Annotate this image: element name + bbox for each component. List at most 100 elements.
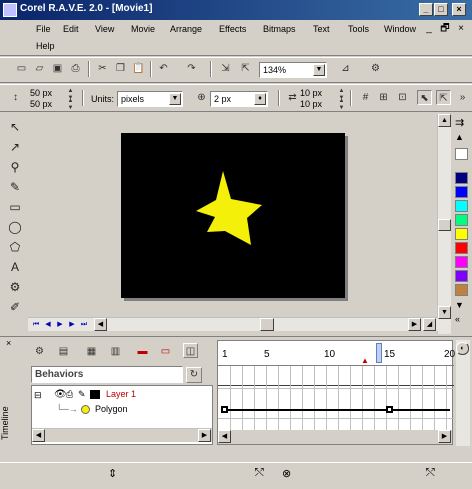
dup-y-spinner[interactable]: ▲ ▼	[337, 98, 346, 112]
frames-grid[interactable]: 1 5 10 15 20 ▲ ◀ ▶	[217, 340, 455, 445]
movie-stage[interactable]	[121, 133, 345, 298]
docker-tab-icon[interactable]: ⇉	[455, 116, 464, 129]
menu-view[interactable]: View	[95, 24, 114, 34]
doc-restore-button[interactable]: 🗗	[439, 23, 451, 35]
menu-arrange[interactable]: Arrange	[170, 24, 202, 34]
height-spinner[interactable]: ▲ ▼	[66, 98, 75, 112]
maximize-button[interactable]: □	[434, 3, 448, 16]
last-page-icon[interactable]: ⏭	[79, 320, 89, 330]
scroll-right-icon[interactable]: ▶	[408, 318, 421, 331]
menu-effects[interactable]: Effects	[219, 24, 246, 34]
import-icon[interactable]: ⇲	[218, 61, 233, 76]
timeline-vscroll[interactable]: ◐	[456, 340, 470, 446]
zoom-tool-icon[interactable]: ⚲	[6, 158, 24, 176]
scroll-right-icon[interactable]: ▶	[198, 429, 211, 442]
doc-close-button[interactable]: ×	[455, 23, 467, 35]
more-icon[interactable]: »	[455, 90, 470, 105]
menu-window[interactable]: Window	[384, 24, 416, 34]
horizontal-scroll-thumb[interactable]	[260, 318, 274, 331]
behaviors-icon[interactable]: ↻	[186, 367, 202, 383]
guidelines-icon[interactable]: ⊞	[376, 90, 391, 105]
interactive-tool-icon[interactable]: ⚙	[6, 278, 24, 296]
keyframe-icon[interactable]: ▬	[135, 344, 150, 359]
color-swatch[interactable]	[455, 214, 468, 226]
palette-arrow-icon[interactable]: ▲	[455, 132, 464, 142]
color-swatch[interactable]	[455, 270, 468, 282]
horizontal-scrollbar[interactable]: ⏮ ◀ ▶ ▶ ⏭ ◀ ▶ ◢	[28, 317, 438, 331]
selection-preview-icon[interactable]: ⇱	[436, 90, 451, 105]
color-swatch[interactable]	[455, 242, 468, 254]
remove-keyframe-icon[interactable]: ▭	[158, 344, 173, 359]
vertical-scrollbar[interactable]: ▲ ▼	[437, 114, 451, 334]
print-icon[interactable]: ⎙	[68, 61, 83, 76]
scroll-up-icon[interactable]: ▲	[438, 114, 451, 127]
star-shape[interactable]	[121, 133, 345, 298]
snap-icon[interactable]: ⊡	[395, 90, 410, 105]
color-swatch[interactable]	[455, 256, 468, 268]
visibility-icon[interactable]: 👁	[54, 389, 67, 400]
menu-edit[interactable]: Edit	[63, 24, 79, 34]
cut-icon[interactable]: ✂	[95, 61, 110, 76]
timeline-options-icon[interactable]: ◐	[456, 342, 469, 355]
nudge-input[interactable]: 2 px ♦	[210, 91, 268, 107]
freehand-tool-icon[interactable]: ✎	[6, 178, 24, 196]
menu-movie[interactable]: Movie	[131, 24, 155, 34]
tween-icon[interactable]: ◫	[183, 343, 198, 358]
lock-icon[interactable]: ⎙	[66, 389, 73, 400]
layer-name[interactable]: Layer 1	[106, 389, 136, 399]
object-name[interactable]: Polygon	[95, 404, 128, 414]
application-launcher-icon[interactable]: ⊿	[338, 61, 353, 76]
next-page-icon[interactable]: ▶	[67, 320, 77, 330]
prev-page-icon[interactable]: ◀	[43, 320, 53, 330]
scroll-left-icon[interactable]: ◀	[218, 430, 231, 443]
export-icon[interactable]: ⇱	[238, 61, 253, 76]
ellipse-tool-icon[interactable]: ◯	[6, 218, 24, 236]
edit-icon[interactable]: ✎	[78, 389, 86, 400]
height-value[interactable]: 50 px	[30, 99, 52, 109]
pick-tool-icon[interactable]: ↖	[6, 118, 24, 136]
first-page-icon[interactable]: ⏮	[31, 320, 41, 330]
open-icon[interactable]: ▱	[32, 61, 47, 76]
insert-frame-icon[interactable]: ▦	[84, 344, 99, 359]
keyframe-start[interactable]	[221, 406, 228, 413]
preview-icon[interactable]: ⬉	[417, 90, 432, 105]
rectangle-tool-icon[interactable]: ▭	[6, 198, 24, 216]
object-tween-bar[interactable]	[224, 409, 450, 411]
width-value[interactable]: 50 px	[30, 88, 52, 98]
menu-help[interactable]: Help	[36, 41, 55, 51]
dup-y-value[interactable]: 10 px	[300, 99, 322, 109]
paste-icon[interactable]: 📋	[131, 61, 146, 76]
color-swatch[interactable]	[455, 172, 468, 184]
scroll-left-icon[interactable]: ◀	[32, 429, 45, 442]
close-button[interactable]: ×	[452, 3, 466, 16]
color-swatch[interactable]	[455, 228, 468, 240]
no-fill-swatch[interactable]	[455, 148, 468, 160]
polygon-tool-icon[interactable]: ⬠	[6, 238, 24, 256]
new-layer-icon[interactable]: ▤	[56, 344, 71, 359]
options-icon[interactable]: ⚙	[368, 61, 383, 76]
scroll-down-icon[interactable]: ▼	[438, 306, 451, 319]
menu-bitmaps[interactable]: Bitmaps	[263, 24, 296, 34]
color-swatch[interactable]	[455, 200, 468, 212]
keyframe-end[interactable]	[386, 406, 393, 413]
minimize-button[interactable]: _	[419, 3, 433, 16]
timeline-settings-icon[interactable]: ⚙	[32, 344, 47, 359]
units-select[interactable]: pixels ▼	[117, 91, 183, 107]
redo-icon[interactable]: ↷	[184, 61, 199, 76]
scroll-right-icon[interactable]: ▶	[438, 430, 451, 443]
play-icon[interactable]: ▶	[55, 320, 65, 330]
scroll-left-icon[interactable]: ◀	[94, 318, 107, 331]
color-swatch[interactable]	[455, 186, 468, 198]
shape-tool-icon[interactable]: ↗	[6, 138, 24, 156]
menu-text[interactable]: Text	[313, 24, 330, 34]
menu-tools[interactable]: Tools	[348, 24, 369, 34]
copy-icon[interactable]: ❐	[113, 61, 128, 76]
vertical-scroll-thumb[interactable]	[438, 219, 451, 231]
delete-frame-icon[interactable]: ▥	[108, 344, 123, 359]
grid-icon[interactable]: #	[358, 90, 373, 105]
undo-icon[interactable]: ↶	[156, 61, 171, 76]
timeline-tab-label[interactable]: Timeline	[0, 340, 20, 440]
behaviors-field[interactable]: Behaviors	[31, 366, 183, 383]
dup-x-value[interactable]: 10 px	[300, 88, 322, 98]
menu-file[interactable]: File	[36, 24, 51, 34]
